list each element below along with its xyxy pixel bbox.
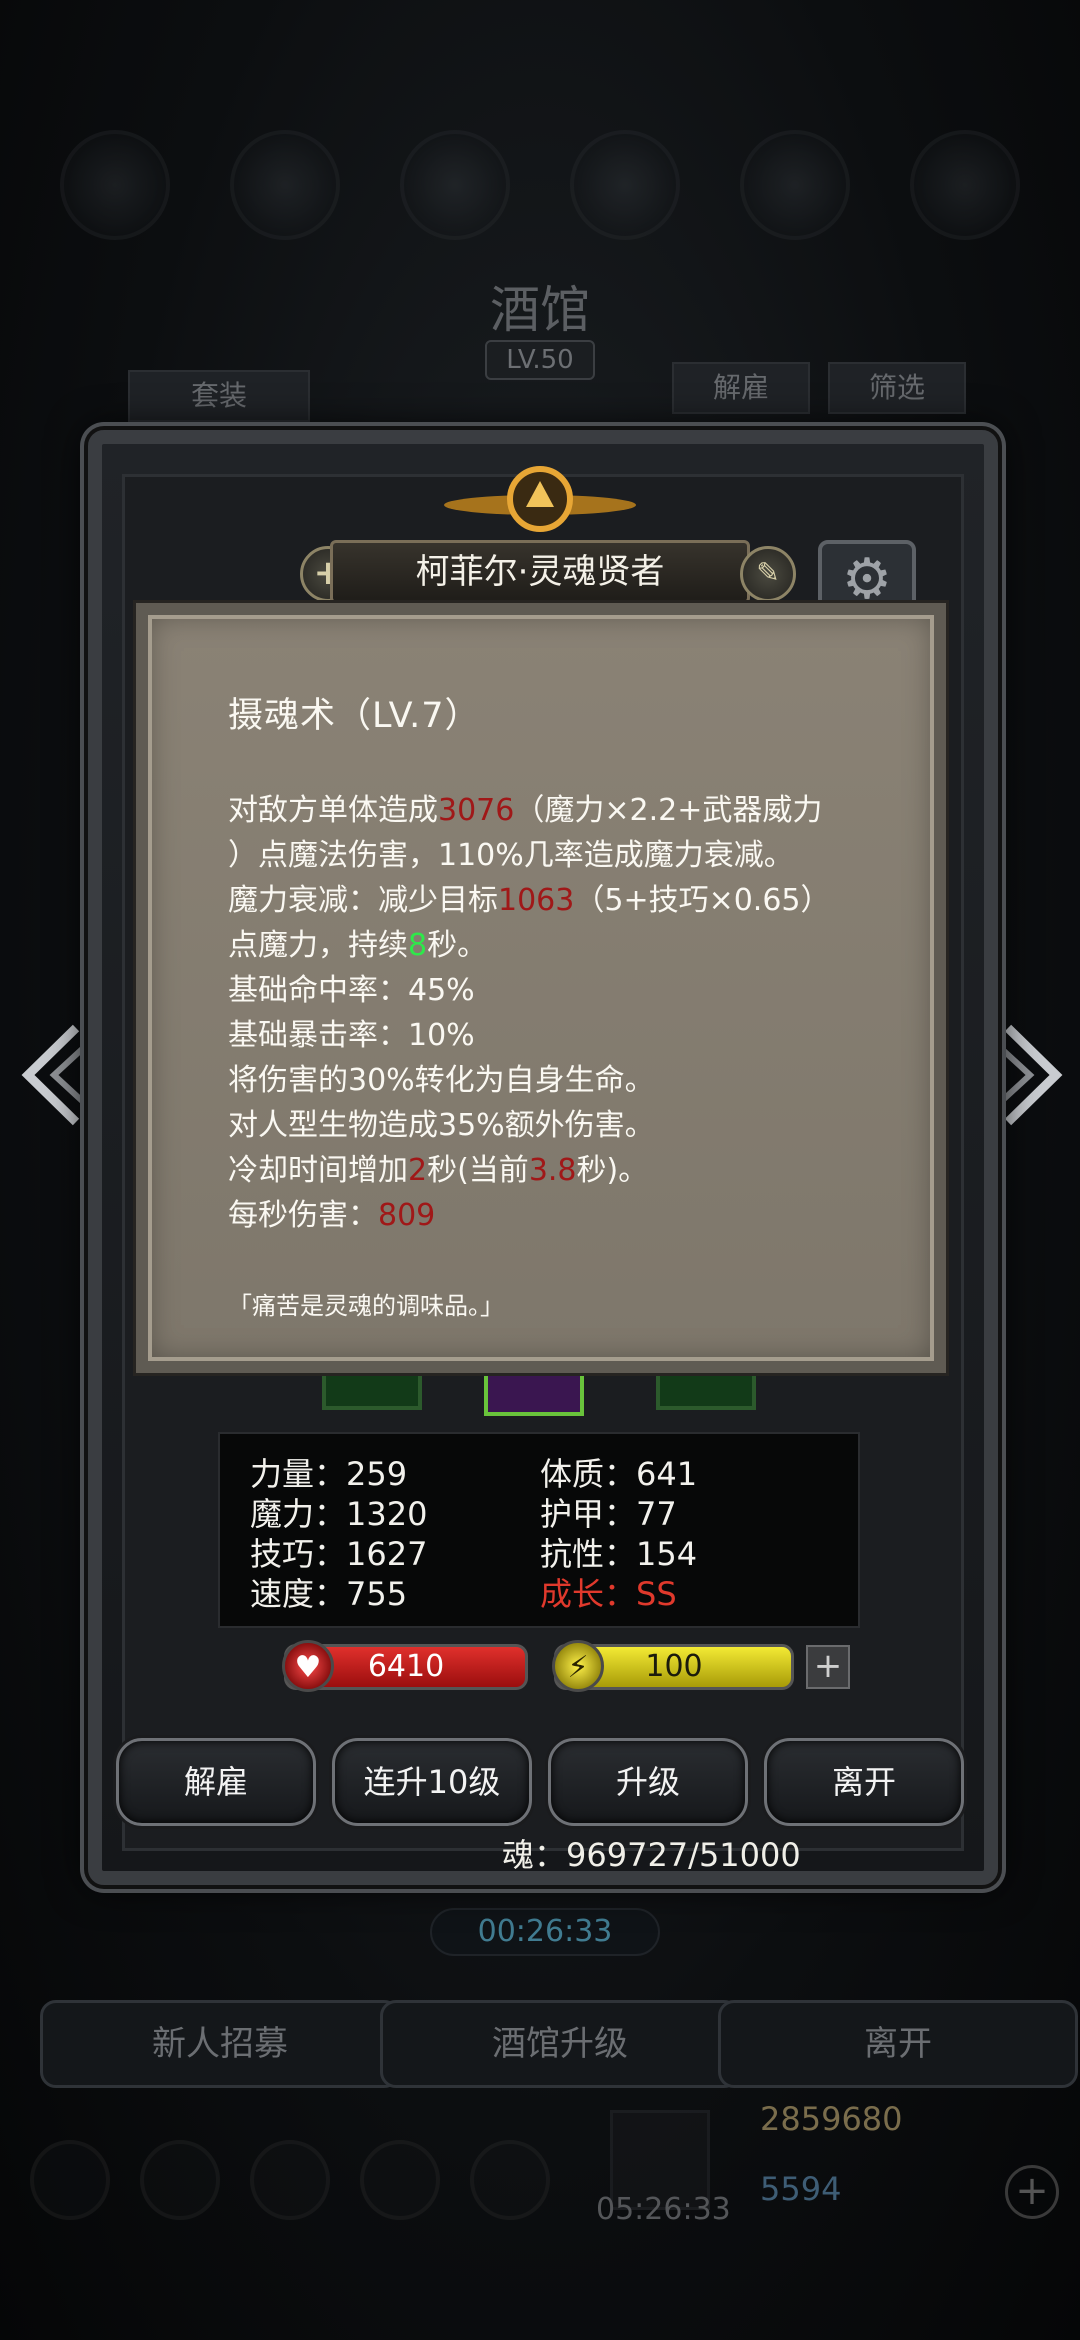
stat-constitution: 体质：641 (540, 1455, 698, 1493)
wing-icon (740, 130, 850, 240)
skill-desc-line: 每秒伤害：809 (228, 1198, 436, 1233)
dock-icon (470, 2140, 550, 2220)
skill-desc-line: 点魔力，持续8秒。 (228, 928, 488, 963)
hero-name: 柯菲尔·灵魂贤者 (330, 540, 750, 604)
bottom-dock (30, 2140, 590, 2240)
armor-icon (400, 130, 510, 240)
filter-button: 筛选 (828, 362, 966, 414)
skill-desc-line: 基础命中率：45% (228, 973, 475, 1008)
book-icon (570, 130, 680, 240)
upgrade-tavern-button: 酒馆升级 (380, 2000, 740, 2088)
skill-desc-line: 魔力衰减：减少目标1063（5+技巧×0.65） (228, 883, 831, 918)
recruit-button: 新人招募 (40, 2000, 400, 2088)
add-currency-icon: + (1005, 2165, 1059, 2219)
skill-desc-line: 冷却时间增加2秒(当前3.8秒)。 (228, 1153, 649, 1188)
chest-timer: 05:26:33 (596, 2192, 731, 2227)
gold-amount: 2859680 (760, 2100, 903, 2138)
leave-button[interactable]: 离开 (764, 1738, 964, 1826)
hero-portrait-icon (60, 130, 170, 240)
gem-slot[interactable] (656, 1370, 756, 1410)
prev-hero-arrow-icon[interactable] (14, 1020, 94, 1130)
tavern-title: 酒馆 (490, 281, 590, 339)
sword-icon (230, 130, 340, 240)
skill-desc-line: 对敌方单体造成3076（魔力×2.2+武器威力 (228, 793, 823, 828)
skill-icon (910, 130, 1020, 240)
dock-icon (360, 2140, 440, 2220)
skill-title: 摄魂术（LV.7） (228, 696, 481, 736)
stat-skill: 技巧：1627 (250, 1535, 428, 1573)
recruit-timer: 00:26:33 (430, 1908, 660, 1956)
gem-slot-active[interactable] (484, 1370, 584, 1416)
gem-slot[interactable] (322, 1370, 422, 1410)
skill-desc-line: 对人型生物造成35%额外伤害。 (228, 1108, 655, 1143)
stat-speed: 速度：755 (250, 1575, 408, 1613)
lightning-icon: ⚡ (552, 1640, 604, 1692)
dock-icon (140, 2140, 220, 2220)
dismiss-button[interactable]: 解雇 (116, 1738, 316, 1826)
tavern-level: LV.50 (485, 340, 595, 380)
hero-stats-panel: 力量：259 体质：641 魔力：1320 护甲：77 技巧：1627 抗性：1… (218, 1432, 860, 1628)
next-hero-arrow-icon[interactable] (990, 1020, 1070, 1130)
gem-amount: 5594 (760, 2170, 842, 2208)
skill-tooltip: 摄魂术（LV.7） 对敌方单体造成3076（魔力×2.2+武器威力 ）点魔法伤害… (136, 603, 946, 1373)
add-energy-button[interactable]: + (806, 1645, 850, 1689)
stat-growth: 成长：SS (540, 1575, 677, 1613)
skill-desc-line: 将伤害的30%转化为自身生命。 (228, 1063, 655, 1098)
skill-desc-line: 基础暴击率：10% (228, 1018, 475, 1053)
leave-tavern-button: 离开 (718, 2000, 1078, 2088)
top-icon-row (60, 130, 1020, 250)
stat-strength: 力量：259 (250, 1455, 408, 1493)
level-up-10-button[interactable]: 连升10级 (332, 1738, 532, 1826)
stat-magic: 魔力：1320 (250, 1495, 428, 1533)
suits-button: 套装 (128, 370, 310, 422)
stat-armor: 护甲：77 (540, 1495, 677, 1533)
skill-desc-line: ）点魔法伤害，110%几率造成魔力衰减。 (228, 838, 794, 873)
heart-icon: ♥ (282, 1640, 334, 1692)
soul-counter: 魂：969727/51000 (502, 1836, 801, 1874)
dock-icon (250, 2140, 330, 2220)
rename-edit-icon[interactable]: ✎ (740, 546, 796, 602)
skill-flavor-quote: 「痛苦是灵魂的调味品。」 (228, 1292, 504, 1320)
dismiss-bg-button: 解雇 (672, 362, 810, 414)
stat-resistance: 抗性：154 (540, 1535, 698, 1573)
upgrade-button[interactable]: 升级 (548, 1738, 748, 1826)
dock-icon (30, 2140, 110, 2220)
